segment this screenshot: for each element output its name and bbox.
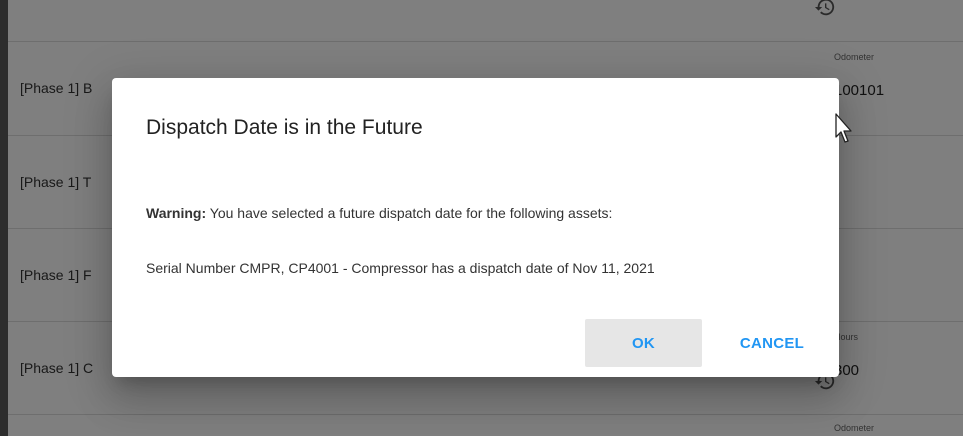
warning-label: Warning: <box>146 205 207 221</box>
dispatch-date-dialog: Dispatch Date is in the Future Warning: … <box>112 78 839 377</box>
warning-text: You have selected a future dispatch date… <box>209 205 613 221</box>
dialog-detail: Serial Number CMPR, CP4001 - Compressor … <box>146 260 655 276</box>
cancel-button[interactable]: CANCEL <box>724 319 820 367</box>
ok-button[interactable]: OK <box>585 319 702 367</box>
mouse-cursor-icon <box>835 113 852 143</box>
dialog-warning: Warning: You have selected a future disp… <box>146 205 612 221</box>
dialog-title: Dispatch Date is in the Future <box>146 116 423 139</box>
